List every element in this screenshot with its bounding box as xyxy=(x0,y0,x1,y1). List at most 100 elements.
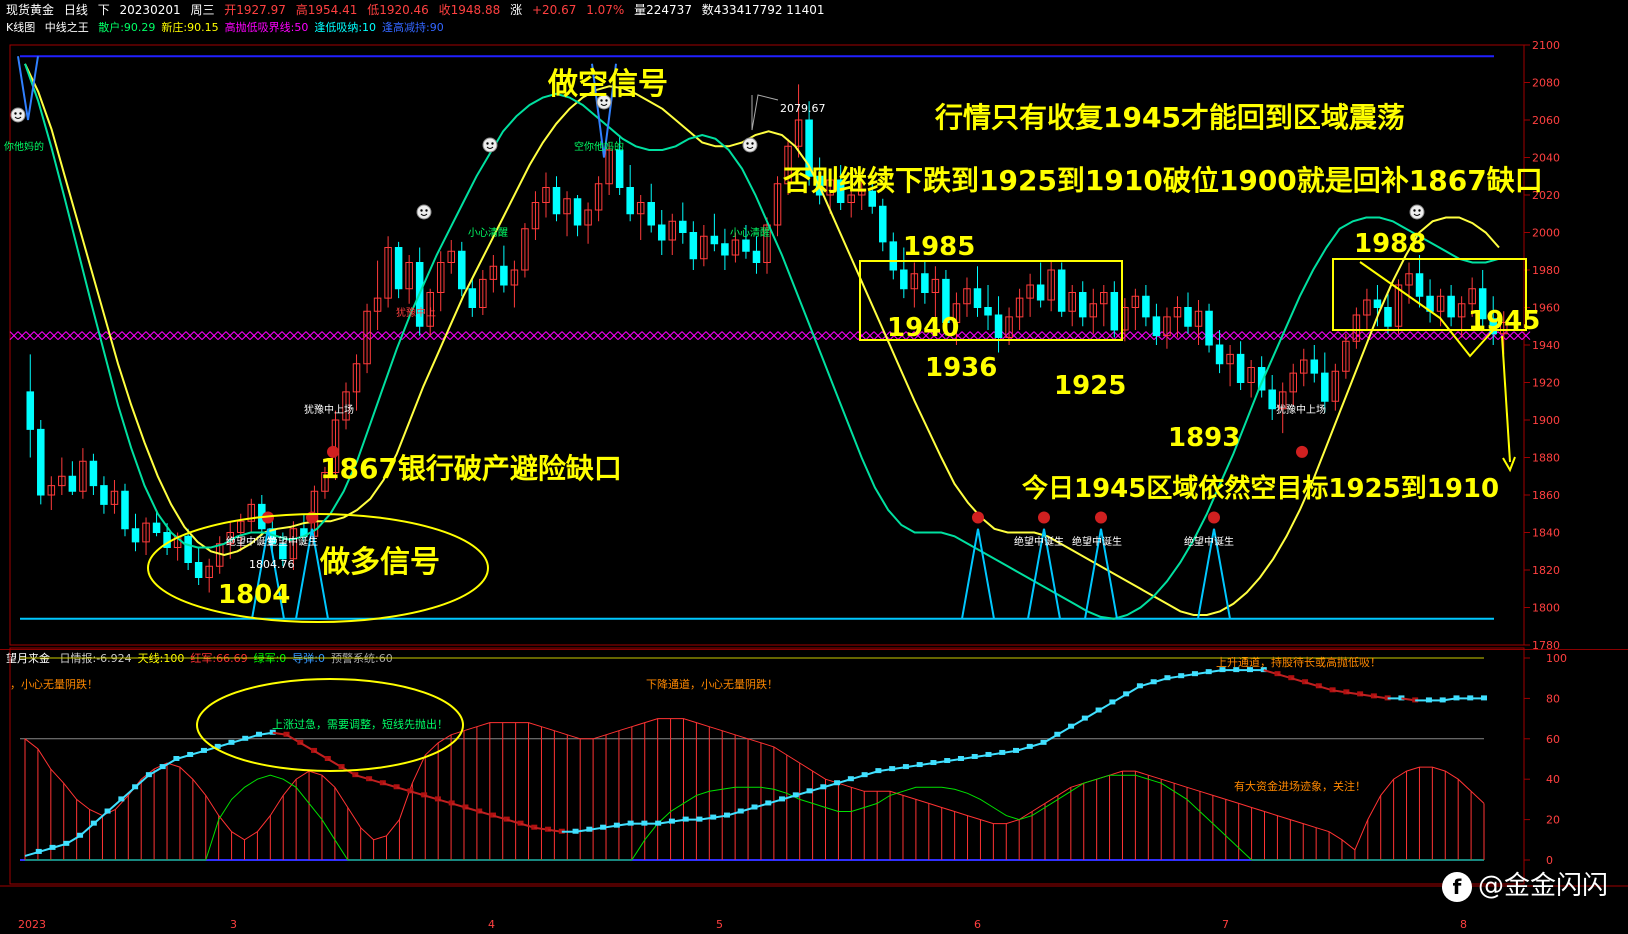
red-outline xyxy=(24,718,1485,851)
candle-body xyxy=(1110,292,1119,331)
y-tick-label: 1840 xyxy=(1532,527,1560,540)
info-marker xyxy=(1095,707,1102,713)
info-line xyxy=(1263,669,1278,676)
info-line xyxy=(106,798,123,813)
candle-body xyxy=(131,528,140,543)
sub-annotation: 下降通道，小心无量阴跌！ xyxy=(646,677,778,691)
candle-body xyxy=(1036,284,1045,301)
info-line xyxy=(781,794,797,801)
x-tick-label: 2023 xyxy=(18,918,46,931)
info-line xyxy=(231,737,246,744)
candle-body xyxy=(879,205,887,243)
info-line xyxy=(38,846,53,853)
annotation-label: 做多信号 xyxy=(319,545,440,580)
candle-body xyxy=(900,269,908,290)
info-marker xyxy=(407,788,414,794)
sub-annotation: 有大资金进场迹象，关注！ xyxy=(1234,779,1366,793)
info-marker xyxy=(1453,695,1460,701)
info-line xyxy=(1002,749,1017,754)
candle-body xyxy=(1057,269,1066,312)
info-marker xyxy=(1425,697,1432,703)
candle-body xyxy=(1184,307,1192,327)
x-tick-label: 4 xyxy=(488,918,495,931)
indicator-value-1: 天线:100 xyxy=(137,652,185,665)
annotation-label: 1945 xyxy=(1468,306,1540,336)
smiley-icon xyxy=(10,107,26,123)
info-marker xyxy=(1191,671,1198,677)
watermark: f @金金闪闪 xyxy=(1441,865,1608,902)
candle-body xyxy=(889,241,898,271)
signal-label: 犹豫中上场 xyxy=(1276,403,1326,416)
info-marker xyxy=(655,820,662,826)
watermark-text: @金金闪闪 xyxy=(1477,871,1608,901)
info-marker xyxy=(311,747,318,753)
info-line xyxy=(1181,673,1196,678)
info-line xyxy=(616,822,631,827)
annotation-label: 做空信号 xyxy=(547,67,668,102)
info-line xyxy=(24,850,40,857)
info-marker xyxy=(792,792,799,798)
sub-indicator-name[interactable]: 望月来金 xyxy=(6,652,50,665)
candle-body xyxy=(994,314,1003,338)
info-marker xyxy=(462,804,469,810)
info-line xyxy=(423,794,439,801)
info-line xyxy=(79,822,95,837)
info-marker xyxy=(63,840,70,846)
signal-label: 空你他妈的 xyxy=(574,140,624,153)
sub-annotation: 上涨过急，需要调整，短线先抛出！ xyxy=(272,717,448,731)
info-line xyxy=(1346,691,1361,696)
info-marker xyxy=(820,784,827,790)
info-marker xyxy=(944,758,951,764)
sub-indicator-bar: 望月来金 日情报:-6.924 天线:100 红军:66.69 绿军:0 导弹:0 预警系… xyxy=(6,650,405,668)
info-line xyxy=(1111,693,1127,704)
main-chart[interactable]: 2100208020602040202020001980196019401920… xyxy=(0,0,1628,650)
info-marker xyxy=(1081,715,1088,721)
info-line xyxy=(864,770,879,777)
info-line xyxy=(754,802,769,809)
smiley-icon xyxy=(416,204,432,220)
info-line xyxy=(1084,709,1100,720)
info-marker xyxy=(159,764,166,770)
candle-body xyxy=(657,224,666,241)
info-marker xyxy=(1136,683,1143,689)
candle-body xyxy=(1447,295,1455,318)
info-marker xyxy=(338,764,345,770)
info-marker xyxy=(489,812,496,818)
info-marker xyxy=(1357,691,1364,697)
main-frame xyxy=(9,44,1525,646)
x-tick-label: 6 xyxy=(974,918,981,931)
signal-dot xyxy=(1296,445,1308,458)
info-marker xyxy=(242,735,249,741)
info-marker xyxy=(476,808,483,814)
candle-body xyxy=(121,490,129,530)
info-line xyxy=(368,778,384,785)
sub-y-tick-label: 80 xyxy=(1546,692,1560,705)
info-marker xyxy=(297,739,304,745)
info-marker xyxy=(751,804,758,810)
signal-label: 小心清醒 xyxy=(730,226,770,239)
sub-annotation: ，小心无量阴跌！ xyxy=(10,677,98,691)
info-line xyxy=(341,766,356,777)
info-marker xyxy=(1233,667,1240,673)
info-marker xyxy=(875,768,882,774)
info-line xyxy=(134,774,150,789)
candle-body xyxy=(721,243,729,256)
info-line xyxy=(933,760,948,765)
x-tick-label: 3 xyxy=(230,918,237,931)
candle-body xyxy=(26,391,35,430)
info-marker xyxy=(765,800,772,806)
info-marker xyxy=(916,762,923,768)
info-line xyxy=(767,798,783,805)
info-marker xyxy=(1247,667,1254,673)
candle-body xyxy=(689,232,698,260)
info-line xyxy=(176,754,191,760)
info-line xyxy=(520,822,535,829)
info-marker xyxy=(1205,669,1212,675)
candle-body xyxy=(752,250,761,263)
y-tick-label: 1820 xyxy=(1532,564,1560,577)
info-marker xyxy=(930,760,937,766)
signal-label: 犹豫中上场 xyxy=(304,403,354,416)
candle-body xyxy=(100,485,108,505)
annotation-label: 1804 xyxy=(218,580,290,610)
info-line xyxy=(299,741,315,752)
